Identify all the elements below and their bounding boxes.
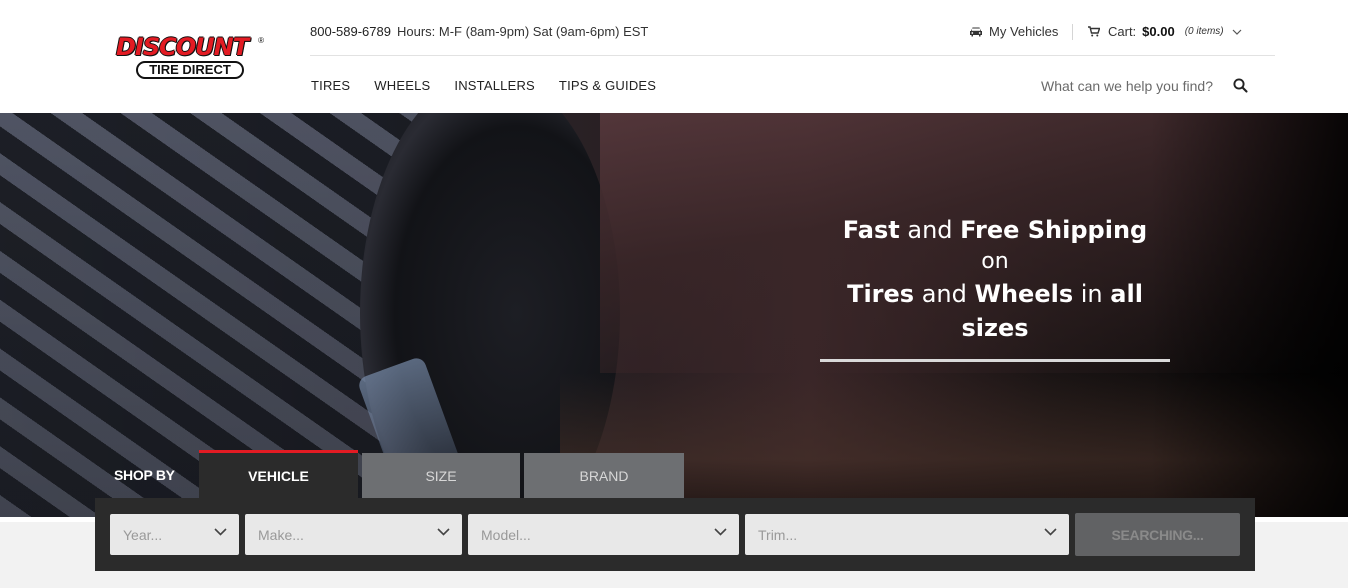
logo-tire-direct: TIRE DIRECT [136, 61, 244, 79]
tab-vehicle[interactable]: VEHICLE [199, 450, 358, 498]
nav-wheels[interactable]: WHEELS [374, 78, 430, 93]
make-select[interactable]: Make... [245, 514, 462, 555]
model-select[interactable]: Model... [468, 514, 739, 555]
chevron-down-icon [437, 528, 450, 536]
tab-brand[interactable]: BRAND [524, 453, 684, 498]
model-select-value: Model... [481, 526, 531, 543]
year-select[interactable]: Year... [110, 514, 239, 555]
promo-underline [820, 359, 1170, 362]
promo-line-1: Fast and Free Shipping [842, 216, 1148, 244]
tab-size[interactable]: SIZE [362, 453, 520, 498]
top-bar: 800-589-6789 Hours: M-F (8am-9pm) Sat (9… [310, 0, 1275, 56]
chevron-down-icon [714, 528, 727, 536]
main-nav: TIRES WHEELS INSTALLERS TIPS & GUIDES [311, 78, 680, 93]
year-select-value: Year... [123, 526, 163, 543]
my-vehicles-link[interactable]: My Vehicles [969, 24, 1058, 39]
chevron-down-icon [1044, 528, 1057, 536]
chevron-down-icon [214, 528, 227, 536]
nav-tires[interactable]: TIRES [311, 78, 350, 93]
trim-select-value: Trim... [758, 526, 798, 543]
cart-link[interactable]: Cart: $0.00 (0 items) [1088, 24, 1250, 39]
vehicle-search-button[interactable]: SEARCHING... [1075, 513, 1240, 556]
cart-icon [1088, 26, 1100, 37]
trim-select[interactable]: Trim... [745, 514, 1069, 555]
shop-by-label: SHOP BY [114, 467, 175, 483]
cart-label: Cart: [1108, 24, 1137, 39]
car-icon [970, 27, 982, 37]
divider [1072, 24, 1073, 40]
hero-promo-text: Fast and Free Shipping on Tires and Whee… [812, 213, 1178, 362]
cart-item-count: (0 items) [1184, 26, 1224, 37]
site-search [1030, 72, 1252, 100]
hero-shadow [1150, 113, 1348, 517]
nav-tips-guides[interactable]: TIPS & GUIDES [559, 78, 656, 93]
store-hours: Hours: M-F (8am-9pm) Sat (9am-6pm) EST [397, 24, 649, 39]
logo-discount: DISCOUNT [116, 33, 249, 61]
cart-amount: $0.00 [1142, 24, 1175, 39]
make-select-value: Make... [258, 526, 304, 543]
promo-line-2: on [981, 249, 1009, 274]
vehicle-finder: Year... Make... Model... Trim... SEARCHI… [95, 498, 1255, 571]
site-header: DISCOUNT ® TIRE DIRECT 800-589-6789 Hour… [0, 0, 1348, 113]
search-icon[interactable] [1233, 78, 1248, 93]
my-vehicles-label: My Vehicles [989, 24, 1059, 39]
logo-registered-mark: ® [258, 36, 264, 45]
phone-number[interactable]: 800-589-6789 [310, 24, 391, 39]
nav-installers[interactable]: INSTALLERS [454, 78, 535, 93]
site-logo[interactable]: DISCOUNT ® TIRE DIRECT [116, 34, 264, 80]
promo-line-3: Tires and Wheels in all sizes [847, 280, 1143, 342]
chevron-down-icon [1232, 29, 1242, 35]
search-input[interactable] [1030, 78, 1220, 94]
